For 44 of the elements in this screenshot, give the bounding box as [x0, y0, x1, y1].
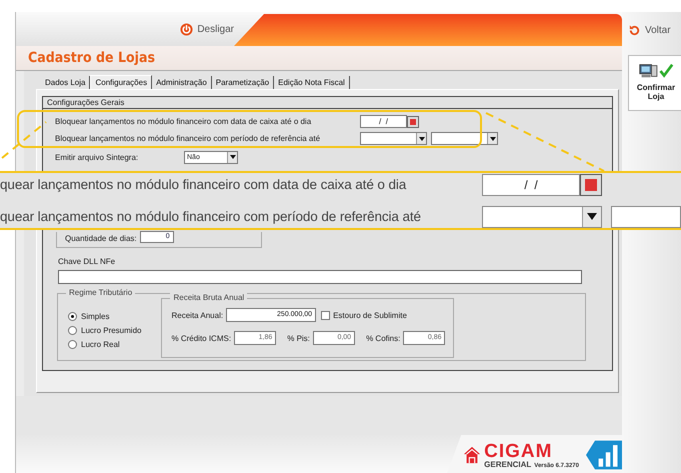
- power-icon: [180, 22, 194, 36]
- undo-arrow-icon: [628, 24, 641, 37]
- house-logo-icon: [463, 445, 482, 465]
- confirm-button[interactable]: Confirmar Loja: [628, 55, 681, 111]
- window-title: Cadastro de Lojas: [28, 50, 155, 66]
- revenue-title: Receita Bruta Anual: [170, 293, 248, 302]
- caret-icon[interactable]: [487, 133, 497, 144]
- radio-button[interactable]: [68, 340, 77, 349]
- radio-label[interactable]: Simples: [81, 312, 110, 321]
- date-field[interactable]: / /: [360, 115, 407, 128]
- lock-label: Bloquear lançamentos no módulo financeiro com data de caixa até o dia: [55, 117, 312, 126]
- lock-label: quear lançamentos no módulo financeiro com data de caixa até o dia: [0, 177, 408, 192]
- product-name: GERENCIAL: [484, 460, 532, 468]
- rate-label: % Cofins:: [366, 334, 400, 342]
- brand-name: CIGAM: [484, 442, 554, 460]
- computer-check-icon: [638, 62, 674, 80]
- caret-icon[interactable]: [227, 152, 237, 162]
- regime-title: Regime Tributário: [66, 288, 136, 297]
- period-dropdown[interactable]: [611, 206, 681, 228]
- radio-label[interactable]: Lucro Presumido: [81, 326, 142, 335]
- caret-icon[interactable]: [416, 133, 426, 144]
- leader-line: [1, 121, 47, 159]
- radio-button[interactable]: [68, 326, 77, 335]
- tab[interactable]: Configurações: [90, 75, 152, 89]
- sintegra-label: Emitir arquivo Sintegra:: [55, 152, 140, 162]
- power-button[interactable]: Desligar: [180, 22, 234, 36]
- period-dropdown[interactable]: [431, 132, 498, 145]
- nfe-key-field[interactable]: [58, 270, 582, 284]
- radio-button[interactable]: [68, 312, 77, 321]
- date-field[interactable]: / /: [482, 174, 580, 196]
- nfe-key-label: Chave DLL NFe: [58, 257, 116, 266]
- days-label: Quantidade de dias:: [65, 234, 137, 243]
- lock-label: quear lançamentos no módulo financeiro com período de referência até: [0, 209, 422, 224]
- caret-icon[interactable]: [582, 206, 601, 226]
- section-title: Configurações Gerais: [47, 98, 124, 107]
- rate-label: % Crédito ICMS:: [171, 334, 232, 342]
- lock-label: Bloquear lançamentos no módulo financeiro com período de referência até: [55, 134, 322, 143]
- radio-label[interactable]: Lucro Real: [81, 340, 120, 349]
- checkbox-label[interactable]: Estouro de Sublimite: [333, 310, 407, 320]
- rate-label: % Pis:: [287, 334, 310, 342]
- back-button[interactable]: Voltar: [628, 24, 671, 37]
- checkbox[interactable]: [321, 310, 330, 320]
- annual-revenue-label: Receita Anual:: [171, 310, 224, 320]
- period-dropdown[interactable]: [360, 132, 427, 145]
